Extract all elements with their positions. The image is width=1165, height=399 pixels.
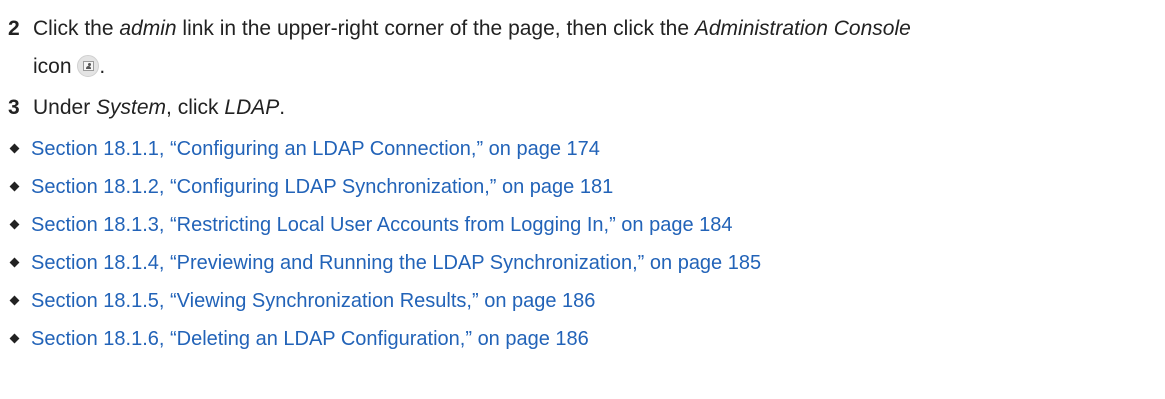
step-text-system: System [96,96,167,119]
step-text-part: link in the upper-right corner of the pa… [176,17,695,40]
step-text-icon-word: icon [33,55,72,78]
bullet-diamond-icon [9,333,20,344]
bullet-diamond-icon [9,257,20,268]
document-page: 2 Click the admin link in the upper-right… [0,0,1165,399]
step-2: 2 Click the admin link in the upper-right… [8,10,1158,86]
section-link-18-1-2[interactable]: Section 18.1.2, “Configuring LDAP Synchr… [31,176,613,198]
administration-console-icon [77,55,100,77]
list-item: Section 18.1.3, “Restricting Local User … [8,206,761,244]
step-text-administration-console: Administration Console [694,17,911,40]
list-item: Section 18.1.4, “Previewing and Running … [8,244,761,282]
step-text-part: , click [166,96,225,119]
section-link-18-1-5[interactable]: Section 18.1.5, “Viewing Synchronization… [31,290,595,312]
bullet-diamond-icon [9,295,20,306]
step-text-part: Under [33,96,97,119]
bullet-diamond-icon [9,181,20,192]
list-item: Section 18.1.5, “Viewing Synchronization… [8,282,761,320]
step-text-part: . [279,96,286,119]
step-text-period: . [99,55,106,78]
step-text-ldap: LDAP [224,96,280,119]
list-item: Section 18.1.2, “Configuring LDAP Synchr… [8,168,761,206]
step-number: 3 [8,96,20,119]
step-text-admin: admin [119,17,177,40]
bullet-diamond-icon [9,219,20,230]
step-number: 2 [8,17,20,40]
step-continuation: icon . [8,48,1158,86]
step-text: Under System, click LDAP. [33,96,285,119]
step-3: 3 Under System, click LDAP. [8,89,1158,127]
list-item: Section 18.1.6, “Deleting an LDAP Config… [8,320,761,358]
step-text-part: Click the [33,17,120,40]
section-link-18-1-4[interactable]: Section 18.1.4, “Previewing and Running … [31,252,761,274]
step-text: Click the admin link in the upper-right … [33,17,911,40]
section-link-18-1-6[interactable]: Section 18.1.6, “Deleting an LDAP Config… [31,328,589,350]
section-link-list: Section 18.1.1, “Configuring an LDAP Con… [8,130,761,358]
bullet-diamond-icon [9,143,20,154]
list-item: Section 18.1.1, “Configuring an LDAP Con… [8,130,761,168]
section-link-18-1-3[interactable]: Section 18.1.3, “Restricting Local User … [31,214,733,236]
section-link-18-1-1[interactable]: Section 18.1.1, “Configuring an LDAP Con… [31,138,600,160]
